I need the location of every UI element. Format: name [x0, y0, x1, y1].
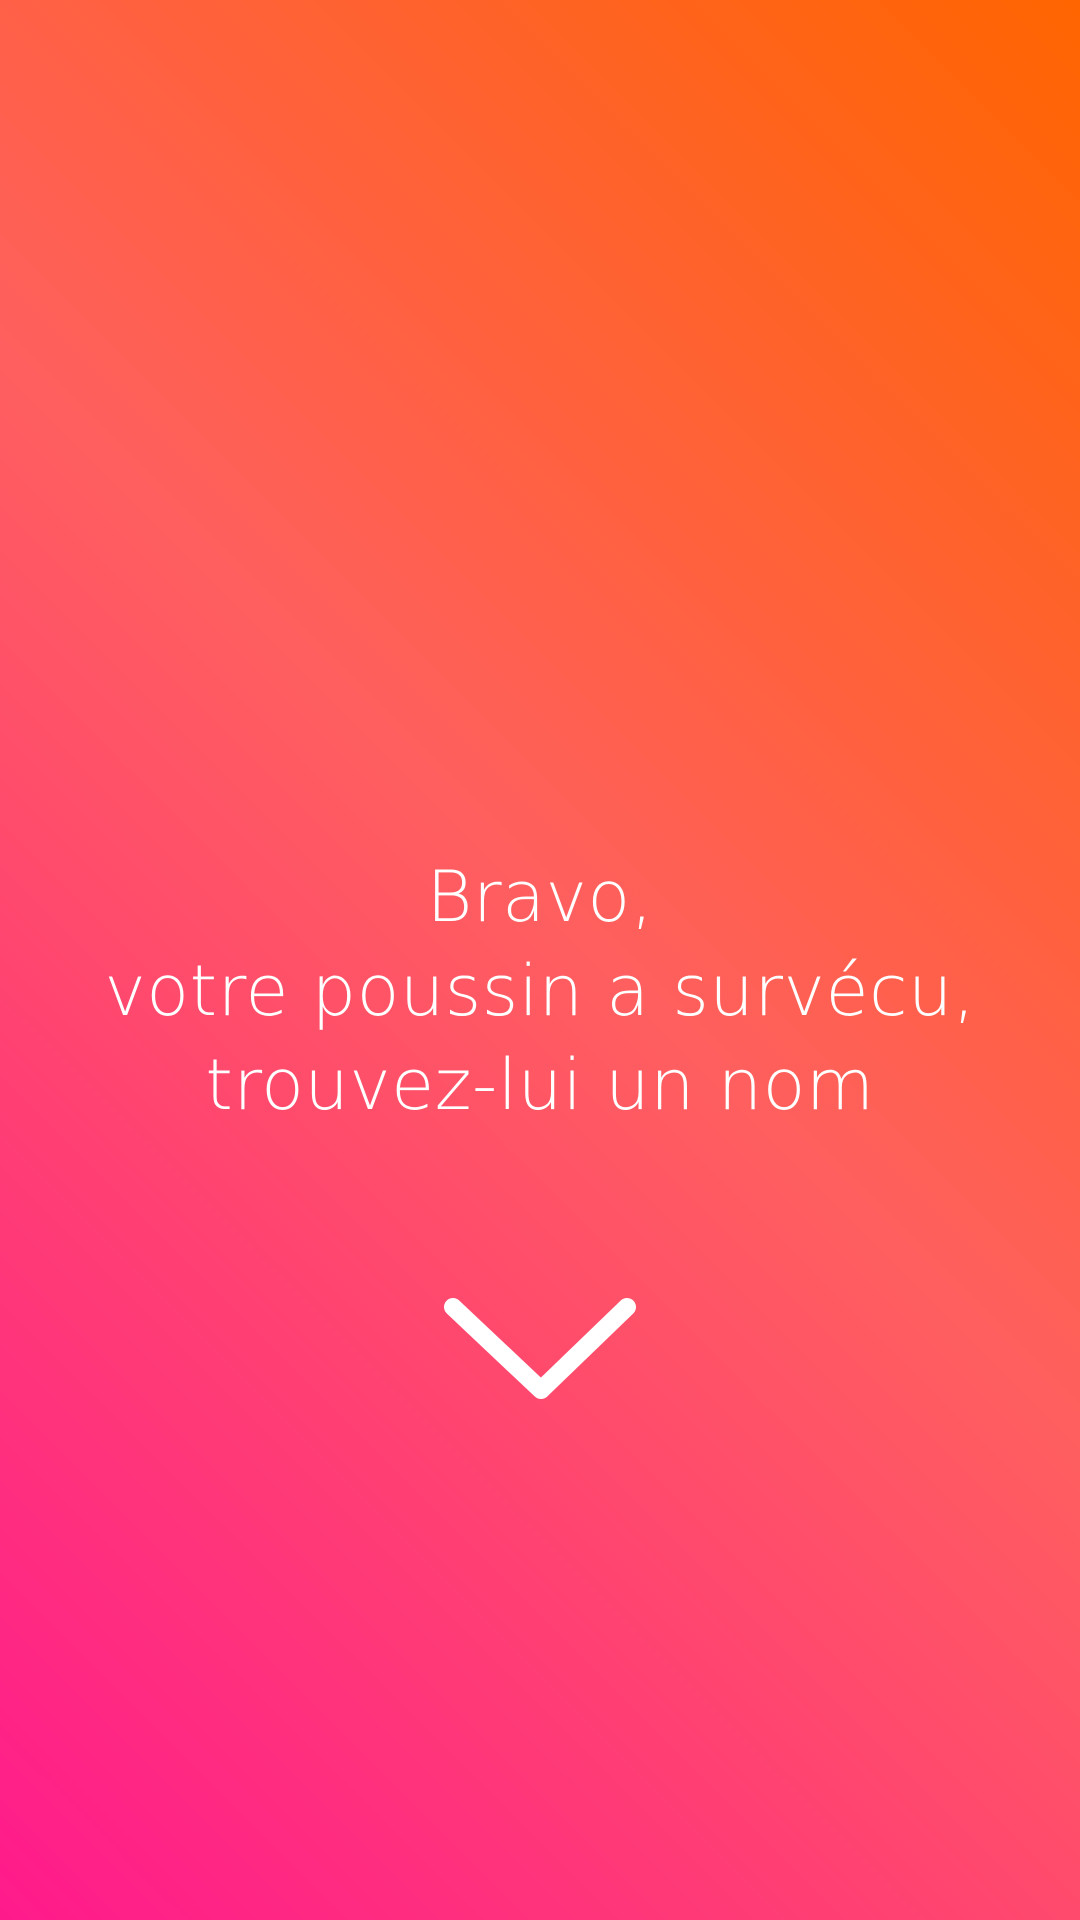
chevron-down-icon: [444, 1298, 636, 1399]
message-line-2: votre poussin a survécu,: [104, 950, 976, 1032]
congratulations-screen: Bravo, votre poussin a survécu, trouvez-…: [0, 0, 1080, 1920]
message-line-3: trouvez-lui un nom: [205, 1044, 875, 1126]
congratulations-message: Bravo, votre poussin a survécu, trouvez-…: [0, 850, 1080, 1132]
message-line-1: Bravo,: [426, 856, 654, 938]
scroll-down-button[interactable]: [440, 1295, 640, 1410]
